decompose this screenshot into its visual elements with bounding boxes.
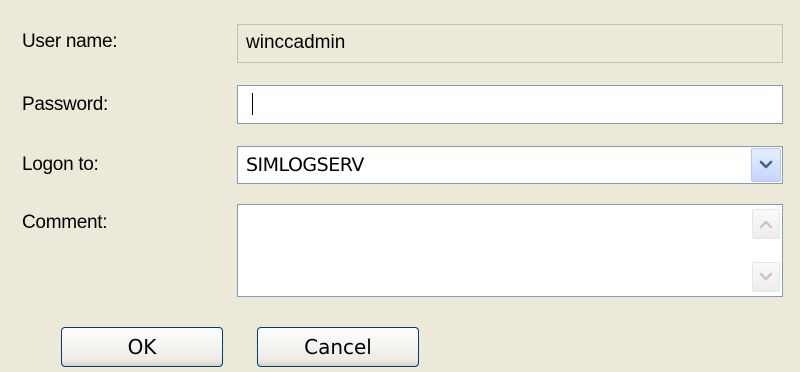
scroll-down-button[interactable] bbox=[752, 262, 780, 292]
username-field: winccadmin bbox=[237, 24, 783, 63]
scroll-down-icon bbox=[759, 272, 773, 281]
logon-value: SIMLOGSERV bbox=[246, 154, 364, 176]
password-label: Password: bbox=[22, 94, 109, 115]
comment-textarea[interactable] bbox=[237, 204, 783, 297]
logon-select[interactable]: SIMLOGSERV bbox=[237, 146, 783, 184]
cancel-button[interactable]: Cancel bbox=[257, 327, 419, 367]
scroll-up-icon bbox=[759, 220, 773, 229]
dropdown-button[interactable] bbox=[751, 148, 781, 182]
logon-dialog: User name: winccadmin Password: Logon to… bbox=[0, 0, 800, 372]
ok-button[interactable]: OK bbox=[61, 327, 223, 367]
logon-label: Logon to: bbox=[22, 154, 99, 175]
chevron-down-icon bbox=[759, 160, 773, 169]
text-caret bbox=[252, 92, 253, 115]
password-field[interactable] bbox=[237, 85, 783, 124]
username-label: User name: bbox=[22, 31, 118, 52]
comment-label: Comment: bbox=[22, 212, 108, 233]
username-value: winccadmin bbox=[246, 32, 346, 53]
scroll-up-button[interactable] bbox=[752, 209, 780, 239]
